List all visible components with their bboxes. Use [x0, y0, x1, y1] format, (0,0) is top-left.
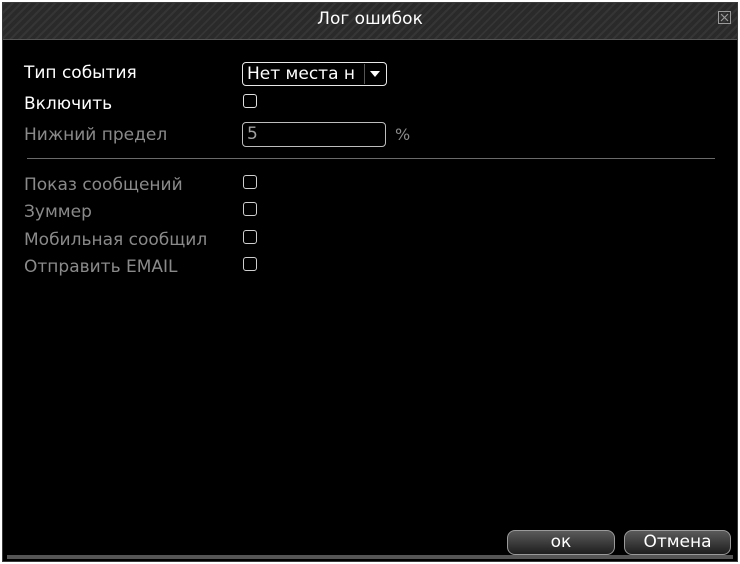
- lower-limit-input[interactable]: 5: [242, 122, 386, 147]
- error-log-dialog: Лог ошибок Тип события Нет места н Включ…: [2, 2, 738, 562]
- percent-unit: %: [395, 125, 411, 144]
- send-email-checkbox[interactable]: [243, 257, 257, 271]
- buzzer-label: Зуммер: [24, 202, 92, 222]
- ok-button[interactable]: ок: [507, 530, 615, 555]
- dialog-title: Лог ошибок: [317, 9, 423, 29]
- enable-checkbox[interactable]: [243, 94, 257, 108]
- enable-label: Включить: [24, 94, 113, 114]
- mobile-message-label: Мобильная сообщил: [24, 230, 208, 250]
- event-type-value: Нет места н: [247, 64, 356, 84]
- show-message-label: Показ сообщений: [24, 175, 183, 195]
- close-icon[interactable]: [718, 11, 731, 24]
- event-type-select[interactable]: Нет места н: [242, 62, 387, 86]
- send-email-label: Отправить EMAIL: [24, 257, 178, 277]
- bottom-border: [7, 555, 733, 559]
- chevron-down-icon[interactable]: [364, 64, 385, 84]
- event-type-label: Тип события: [24, 63, 137, 83]
- lower-limit-value: 5: [247, 124, 258, 144]
- section-divider: [27, 158, 715, 159]
- title-bar: Лог ошибок: [3, 3, 737, 40]
- cancel-button[interactable]: Отмена: [624, 530, 731, 555]
- mobile-message-checkbox[interactable]: [243, 230, 257, 244]
- show-message-checkbox[interactable]: [243, 175, 257, 189]
- lower-limit-label: Нижний предел: [24, 125, 168, 145]
- buzzer-checkbox[interactable]: [243, 202, 257, 216]
